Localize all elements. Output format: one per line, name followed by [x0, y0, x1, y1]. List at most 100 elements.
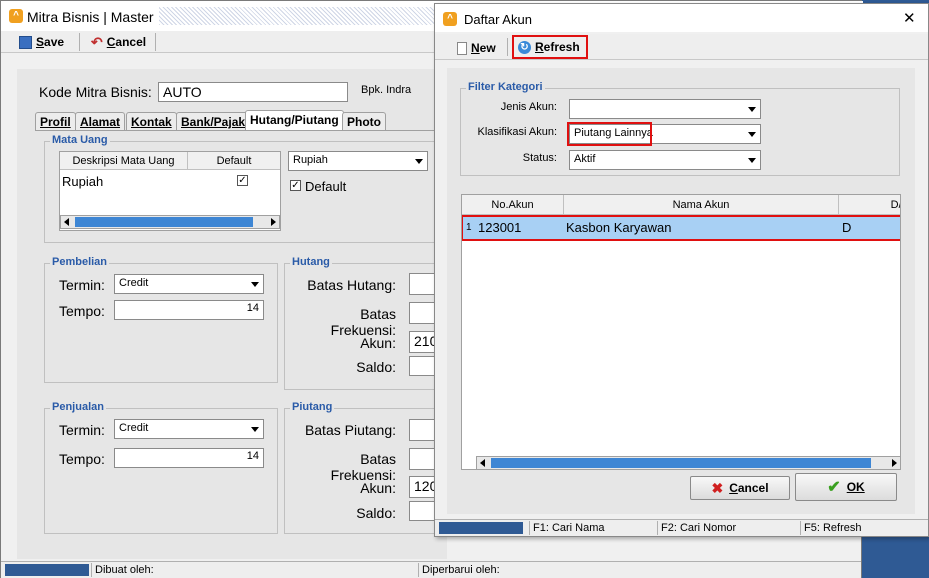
dialog-statusbar: F1: Cari Nama F2: Cari Nomor F5: Refresh [435, 519, 928, 536]
col-nama-akun[interactable]: Nama Akun [564, 195, 839, 215]
col-no-akun[interactable]: No.Akun [462, 195, 564, 215]
penjualan-termin-label: Termin: [59, 422, 105, 438]
scroll-right-icon[interactable] [892, 459, 897, 467]
default-check-icon[interactable]: ✓ [290, 180, 301, 191]
kode-label: Kode Mitra Bisnis: [39, 84, 152, 100]
dialog-titlebar[interactable]: ^ Daftar Akun ✕ [435, 4, 928, 32]
pembelian-title: Pembelian [50, 256, 110, 268]
daftar-akun-dialog: ^ Daftar Akun ✕ New ↻ Refresh Filter Kat… [434, 3, 929, 537]
refresh-underline: R [535, 40, 544, 54]
status-f5: F5: Refresh [800, 521, 861, 535]
col-dk[interactable]: D/K [839, 195, 900, 215]
status-combo[interactable]: Aktif [569, 150, 761, 170]
dialog-status-progress [439, 522, 523, 534]
undo-icon: ↶ [91, 33, 103, 50]
tempo-label: Tempo: [59, 303, 105, 319]
tab-bank-pajak[interactable]: Bank/Pajak [176, 112, 251, 130]
pembelian-termin-value: Credit [119, 277, 149, 289]
new-label: ew [479, 41, 496, 55]
chevron-down-icon [415, 159, 423, 164]
cancel-button[interactable]: ↶ Cancel [87, 32, 150, 52]
akun-grid-hscroll[interactable] [476, 456, 900, 469]
owner-label: Bpk. Indra [361, 84, 412, 96]
close-icon[interactable]: ✕ [903, 9, 916, 27]
dialog-app-icon: ^ [443, 12, 457, 26]
filter-title: Filter Kategori [466, 81, 545, 93]
dialog-cancel-label: ancel [737, 481, 769, 495]
tab-photo[interactable]: Photo [342, 112, 386, 130]
tab-strip: Profil Alamat Kontak Bank/Pajak Hutang/P… [35, 110, 435, 132]
tab-profil[interactable]: Profil [35, 112, 76, 130]
jenis-akun-combo[interactable] [569, 99, 761, 119]
col-default[interactable]: Default [188, 152, 280, 170]
dialog-toolbar: New ↻ Refresh [435, 34, 928, 60]
main-window-title: Mitra Bisnis | Master [27, 9, 154, 25]
klasifikasi-label: Klasifikasi Akun: [477, 126, 557, 138]
tab-kontak[interactable]: Kontak [126, 112, 177, 130]
grid-hscroll[interactable] [60, 215, 280, 229]
default-checkbox[interactable]: ✓ [237, 175, 248, 186]
status-diperbarui: Diperbarui oleh: [418, 563, 500, 577]
row-highlight [462, 215, 900, 241]
hutang-akun-label: Akun: [360, 335, 396, 351]
row-rupiah[interactable]: Rupiah [62, 174, 103, 189]
chevron-down-icon [251, 282, 259, 287]
klasifikasi-highlight [567, 122, 652, 146]
scroll-left-icon[interactable] [64, 218, 69, 226]
mata-uang-grid: Deskripsi Mata Uang Default Rupiah ✓ [59, 151, 281, 231]
toolbar-divider [155, 33, 156, 51]
kode-input[interactable]: AUTO [158, 82, 348, 102]
save-label: ave [44, 35, 65, 49]
hutang-frekuensi-label: Batas Frekuensi: [330, 306, 396, 338]
status-label: Status: [522, 152, 557, 164]
dialog-cancel-underline: C [729, 481, 738, 495]
refresh-label: efresh [543, 40, 580, 54]
toolbar-divider [507, 38, 508, 56]
akun-grid: No.Akun Nama Akun D/K 1 123001 Kasbon Ka… [461, 194, 901, 470]
default-label: Default [305, 179, 347, 194]
penjualan-tempo-label: Tempo: [59, 451, 105, 467]
new-button[interactable]: New [453, 38, 500, 58]
mata-uang-combo-value: Rupiah [293, 154, 328, 166]
save-underline: S [36, 35, 45, 49]
tab-alamat[interactable]: Alamat [75, 112, 126, 130]
chevron-down-icon [748, 158, 756, 163]
refresh-icon: ↻ [518, 40, 531, 54]
piutang-title: Piutang [290, 401, 335, 413]
status-value: Aktif [574, 153, 596, 165]
scroll-right-icon[interactable] [271, 218, 276, 226]
checkmark-icon: ✔ [827, 479, 841, 496]
scroll-thumb[interactable] [75, 217, 253, 227]
cancel-label: ancel [115, 35, 147, 49]
batas-piutang-label: Batas Piutang: [304, 422, 396, 438]
new-doc-icon [457, 41, 467, 55]
scroll-left-icon[interactable] [480, 459, 485, 467]
batas-hutang-label: Batas Hutang: [307, 277, 396, 293]
penjualan-title: Penjualan [50, 401, 106, 413]
scroll-thumb[interactable] [491, 458, 871, 468]
piutang-saldo-label: Saldo: [356, 505, 396, 521]
pembelian-tempo-input[interactable]: 14 [114, 300, 264, 320]
mata-uang-title: Mata Uang [50, 134, 110, 146]
ok-button[interactable]: ✔ OK [795, 473, 897, 501]
app-icon: ^ [9, 9, 23, 23]
mata-uang-combo[interactable]: Rupiah [288, 151, 428, 171]
save-button[interactable]: Save [15, 32, 68, 52]
dialog-cancel-button[interactable]: ✖ Cancel [690, 476, 790, 500]
pembelian-termin-combo[interactable]: Credit [114, 274, 264, 294]
jenis-label: Jenis Akun: [500, 101, 557, 113]
piutang-frekuensi-label: Batas Frekuensi: [330, 451, 396, 483]
status-f2: F2: Cari Nomor [657, 521, 736, 535]
refresh-button[interactable]: ↻ Refresh [512, 35, 588, 59]
status-f1: F1: Cari Nama [529, 521, 605, 535]
main-statusbar: Dibuat oleh: Diperbarui oleh: [1, 561, 861, 578]
dialog-title: Daftar Akun [464, 12, 532, 27]
tab-hutang-piutang[interactable]: Hutang/Piutang [245, 110, 344, 130]
toolbar-divider [79, 33, 80, 51]
chevron-down-icon [748, 107, 756, 112]
penjualan-tempo-input[interactable]: 14 [114, 448, 264, 468]
tab-divider [35, 130, 445, 131]
penjualan-termin-value: Credit [119, 422, 149, 434]
col-deskripsi[interactable]: Deskripsi Mata Uang [60, 152, 188, 170]
penjualan-termin-combo[interactable]: Credit [114, 419, 264, 439]
